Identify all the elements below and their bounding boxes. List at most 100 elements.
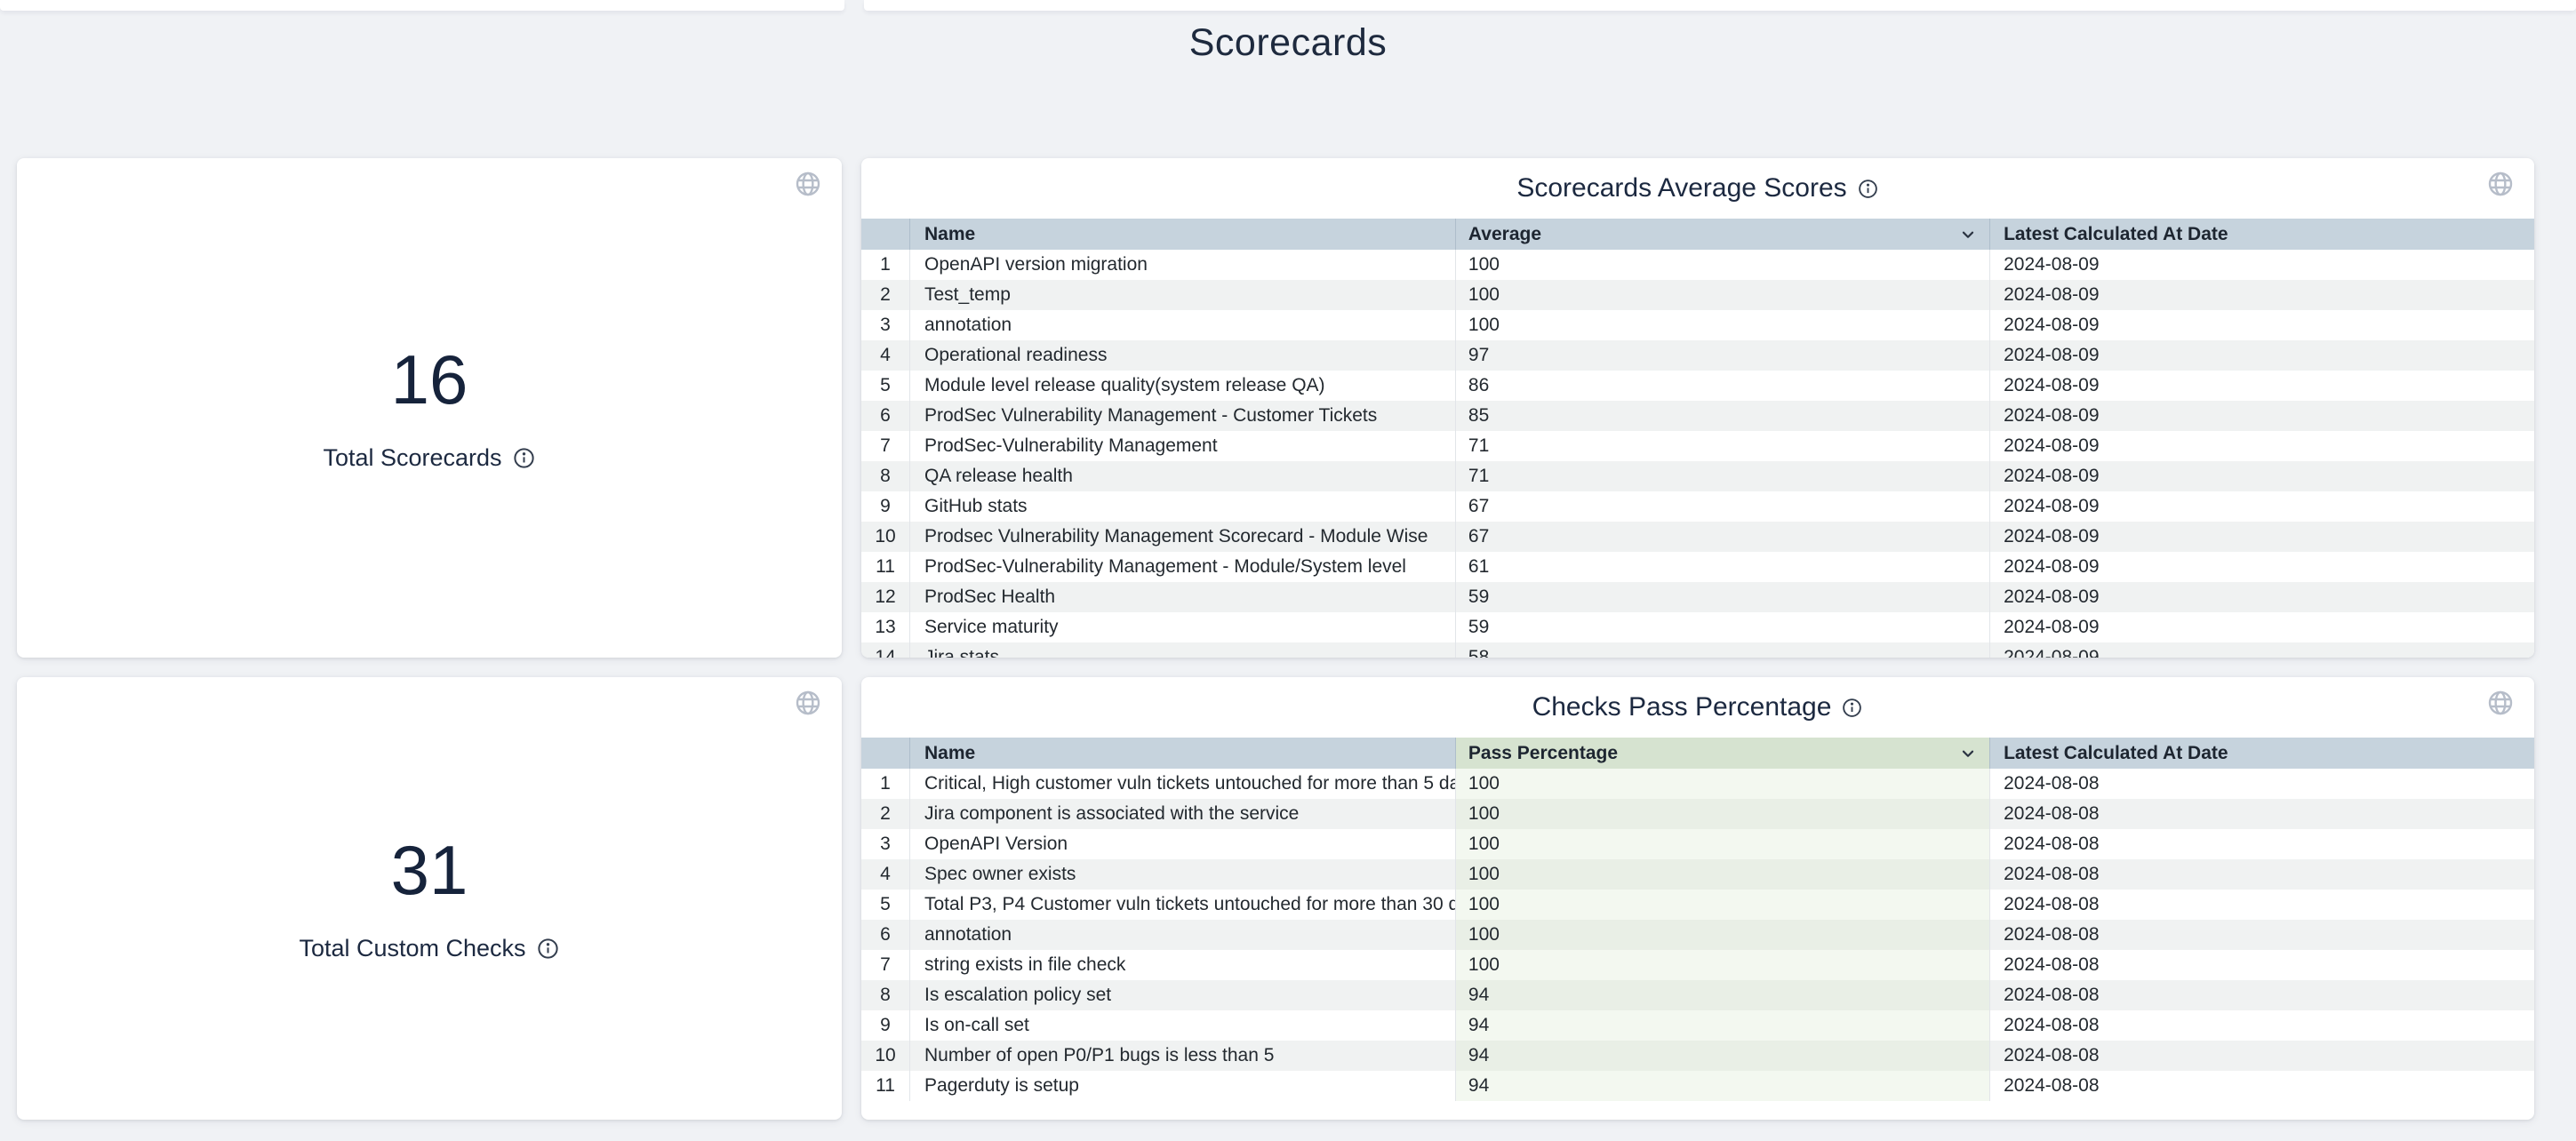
chevron-down-icon[interactable] (1958, 744, 1978, 763)
date-cell: 2024-08-08 (1989, 890, 2534, 920)
value-cell: 59 (1455, 582, 1989, 612)
value-cell: 71 (1455, 431, 1989, 461)
row-index-cell: 9 (861, 491, 909, 522)
value-cell: 61 (1455, 552, 1989, 582)
info-icon[interactable] (536, 937, 560, 961)
date-cell: 2024-08-09 (1989, 401, 2534, 431)
stat-block: 31 Total Custom Checks (17, 677, 842, 1120)
row-index-cell: 5 (861, 371, 909, 401)
value-cell: 94 (1455, 1010, 1989, 1041)
table-row: 3annotation1002024-08-09 (861, 310, 2534, 340)
table-row: 6annotation1002024-08-08 (861, 920, 2534, 950)
name-cell: Jira component is associated with the se… (909, 799, 1455, 829)
date-cell: 2024-08-09 (1989, 461, 2534, 491)
total-custom-checks-label: Total Custom Checks (299, 935, 525, 962)
row-index-cell: 7 (861, 950, 909, 980)
row-index-cell: 3 (861, 310, 909, 340)
name-cell: OpenAPI version migration (909, 250, 1455, 280)
date-column-header[interactable]: Latest Calculated At Date (1989, 219, 2534, 250)
table-row: 6ProdSec Vulnerability Management - Cust… (861, 401, 2534, 431)
value-column-header[interactable]: Pass Percentage (1455, 738, 1989, 769)
table-body: 1OpenAPI version migration1002024-08-092… (861, 250, 2534, 658)
table-row: 11ProdSec-Vulnerability Management - Mod… (861, 552, 2534, 582)
column-header-label: Name (924, 743, 975, 764)
value-cell: 71 (1455, 461, 1989, 491)
table-row: 7ProdSec-Vulnerability Management712024-… (861, 431, 2534, 461)
row-index-cell: 4 (861, 859, 909, 890)
average-scores-panel: Scorecards Average Scores Name Average Lat… (861, 158, 2534, 658)
value-column-header[interactable]: Average (1455, 219, 1989, 250)
date-cell: 2024-08-09 (1989, 310, 2534, 340)
name-cell: Service maturity (909, 612, 1455, 642)
date-cell: 2024-08-08 (1989, 769, 2534, 799)
name-column-header[interactable]: Name (909, 738, 1455, 769)
row-index-cell: 8 (861, 980, 909, 1010)
value-cell: 67 (1455, 491, 1989, 522)
value-cell: 97 (1455, 340, 1989, 371)
table-row: 10Number of open P0/P1 bugs is less than… (861, 1041, 2534, 1071)
table-row: 13Service maturity592024-08-09 (861, 612, 2534, 642)
date-column-header[interactable]: Latest Calculated At Date (1989, 738, 2534, 769)
name-cell: OpenAPI Version (909, 829, 1455, 859)
scorecards-dashboard: Scorecards 16 Total Scorecards (0, 0, 2576, 1141)
page-title: Scorecards (0, 21, 2576, 65)
checks-pass-panel: Checks Pass Percentage Name Pass Percenta… (861, 677, 2534, 1120)
name-cell: Is escalation policy set (909, 980, 1455, 1010)
date-cell: 2024-08-09 (1989, 612, 2534, 642)
total-custom-checks-value: 31 (391, 835, 468, 905)
date-cell: 2024-08-09 (1989, 250, 2534, 280)
globe-icon[interactable] (794, 689, 822, 717)
table-row: 2Test_temp1002024-08-09 (861, 280, 2534, 310)
date-cell: 2024-08-09 (1989, 371, 2534, 401)
table-row: 4Operational readiness972024-08-09 (861, 340, 2534, 371)
name-column-header[interactable]: Name (909, 219, 1455, 250)
table-row: 9Is on-call set942024-08-08 (861, 1010, 2534, 1041)
row-index-cell: 5 (861, 890, 909, 920)
globe-icon[interactable] (2486, 689, 2515, 717)
globe-icon[interactable] (2486, 170, 2515, 198)
value-cell: 67 (1455, 522, 1989, 552)
name-cell: Is on-call set (909, 1010, 1455, 1041)
date-cell: 2024-08-08 (1989, 859, 2534, 890)
table-row: 9GitHub stats672024-08-09 (861, 491, 2534, 522)
date-cell: 2024-08-08 (1989, 1041, 2534, 1071)
row-index-cell: 12 (861, 582, 909, 612)
table-row: 1Critical, High customer vuln tickets un… (861, 769, 2534, 799)
row-index-cell: 13 (861, 612, 909, 642)
name-cell: annotation (909, 920, 1455, 950)
panel-title-row: Checks Pass Percentage (861, 677, 2534, 738)
stat-block: 16 Total Scorecards (17, 158, 842, 658)
row-index-cell: 4 (861, 340, 909, 371)
name-cell: ProdSec-Vulnerability Management - Modul… (909, 552, 1455, 582)
panel-title-row: Scorecards Average Scores (861, 158, 2534, 219)
info-icon[interactable] (512, 446, 536, 470)
date-cell: 2024-08-08 (1989, 1010, 2534, 1041)
name-cell: Pagerduty is setup (909, 1071, 1455, 1101)
date-cell: 2024-08-08 (1989, 980, 2534, 1010)
globe-icon[interactable] (794, 170, 822, 198)
total-scorecards-label-row: Total Scorecards (323, 444, 535, 472)
total-scorecards-panel: 16 Total Scorecards (17, 158, 842, 658)
info-icon[interactable] (1841, 697, 1863, 719)
name-cell: Module level release quality(system rele… (909, 371, 1455, 401)
value-cell: 59 (1455, 612, 1989, 642)
name-cell: string exists in file check (909, 950, 1455, 980)
row-index-cell: 6 (861, 920, 909, 950)
chevron-down-icon[interactable] (1958, 225, 1978, 244)
column-header-label: Average (1468, 224, 1541, 245)
row-index-cell: 2 (861, 280, 909, 310)
date-cell: 2024-08-08 (1989, 920, 2534, 950)
info-icon[interactable] (1857, 178, 1879, 200)
total-custom-checks-panel: 31 Total Custom Checks (17, 677, 842, 1120)
value-cell: 100 (1455, 950, 1989, 980)
table-row: 12ProdSec Health592024-08-09 (861, 582, 2534, 612)
row-index-cell: 6 (861, 401, 909, 431)
date-cell: 2024-08-08 (1989, 799, 2534, 829)
table-header-row: Name Average Latest Calculated At Date (861, 219, 2534, 250)
name-cell: Jira stats (909, 642, 1455, 658)
name-cell: ProdSec Health (909, 582, 1455, 612)
table-row: 14Jira stats582024-08-09 (861, 642, 2534, 658)
row-index-cell: 10 (861, 522, 909, 552)
column-header-label: Latest Calculated At Date (2004, 224, 2228, 245)
date-cell: 2024-08-09 (1989, 522, 2534, 552)
